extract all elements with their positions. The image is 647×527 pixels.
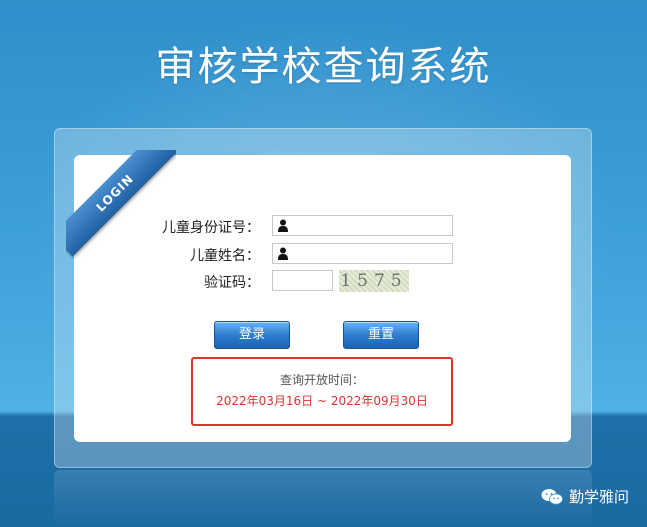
name-field[interactable]: [272, 243, 453, 264]
login-button[interactable]: 登录: [214, 321, 290, 349]
query-time-notice: 查询开放时间： 2022年03月16日 ~ 2022年09月30日: [191, 357, 453, 426]
notice-title: 查询开放时间：: [279, 373, 364, 387]
captcha-label: 验证码：: [204, 275, 260, 291]
watermark-text: 勤学雅问: [568, 488, 629, 506]
panel-reflection: [54, 470, 592, 527]
watermark: 勤学雅问: [541, 486, 629, 507]
user-icon: [278, 247, 288, 260]
captcha-image[interactable]: 1575: [339, 270, 409, 292]
captcha-field[interactable]: [272, 270, 333, 291]
reset-button[interactable]: 重置: [343, 321, 419, 349]
captcha-input[interactable]: [276, 272, 333, 291]
notice-date-range: 2022年03月16日 ~ 2022年09月30日: [216, 394, 428, 408]
name-label: 儿童姓名：: [190, 248, 260, 264]
id-number-label: 儿童身份证号：: [162, 220, 260, 236]
login-ribbon-text: LOGIN: [66, 150, 176, 257]
page-title: 审核学校查询系统: [155, 44, 492, 90]
user-icon: [278, 219, 288, 232]
login-ribbon: LOGIN: [66, 150, 176, 260]
id-number-field[interactable]: [272, 215, 453, 236]
id-number-input[interactable]: [293, 217, 452, 236]
name-input[interactable]: [293, 245, 452, 264]
wechat-icon: [541, 488, 563, 505]
